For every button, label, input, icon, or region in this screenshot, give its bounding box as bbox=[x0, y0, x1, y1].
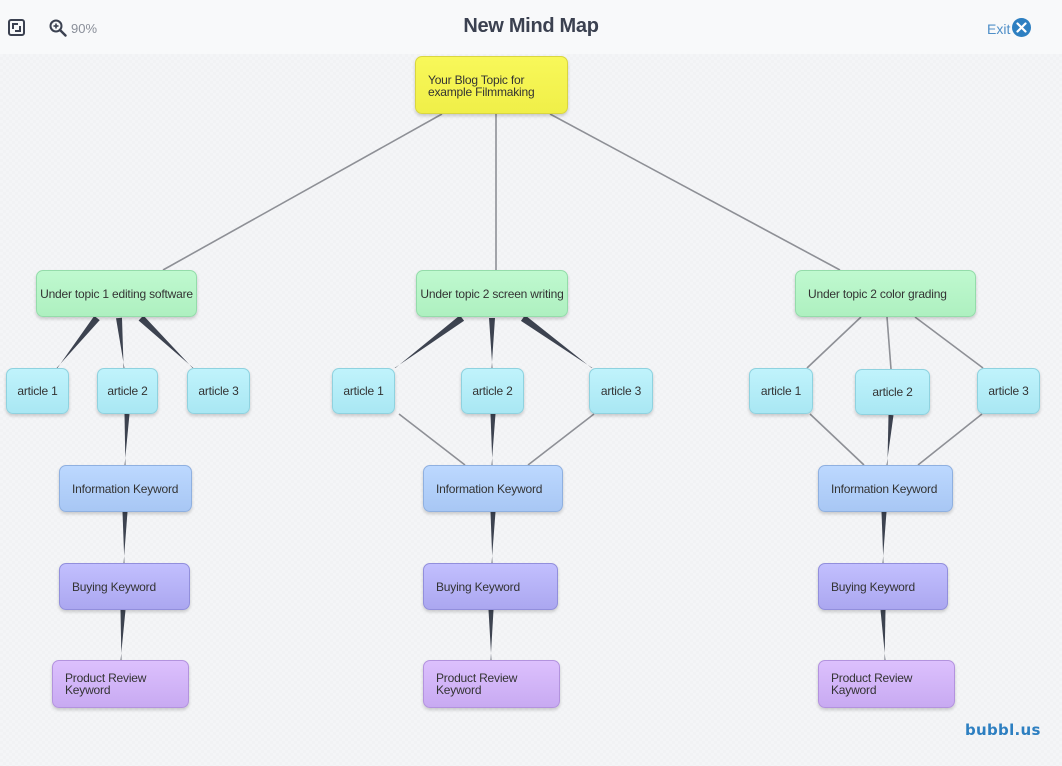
article-node[interactable]: article 2 bbox=[461, 368, 524, 414]
topic-node[interactable]: Under topic 2 color grading bbox=[795, 270, 976, 317]
node-label: article 2 bbox=[107, 384, 148, 398]
edge-buying-review bbox=[488, 610, 494, 660]
edge-info-buying bbox=[490, 511, 496, 563]
edge-root-topic bbox=[549, 113, 841, 271]
node-label: article 1 bbox=[17, 384, 58, 398]
information-keyword-node[interactable]: Information Keyword bbox=[818, 465, 953, 512]
node-label: article 3 bbox=[198, 384, 239, 398]
node-label: Product Review Kayword bbox=[831, 671, 913, 697]
product-review-keyword-node[interactable]: Product Review Kayword bbox=[818, 660, 955, 708]
node-label: Buying Keyword bbox=[72, 579, 156, 594]
article-node[interactable]: article 3 bbox=[187, 368, 250, 414]
edge-article-info bbox=[917, 413, 983, 466]
edge-article-info bbox=[527, 413, 595, 466]
edge-topic-article bbox=[806, 316, 862, 369]
bubblus-logo[interactable]: bubbl.us bbox=[965, 721, 1041, 739]
node-label: Information Keyword bbox=[72, 481, 179, 496]
root-node[interactable]: Your Blog Topic for example Filmmaking bbox=[415, 56, 568, 114]
buying-keyword-node[interactable]: Buying Keyword bbox=[59, 563, 190, 610]
node-label: Buying Keyword bbox=[436, 579, 520, 594]
product-review-keyword-node[interactable]: Product Review Keyword bbox=[52, 660, 189, 708]
edge-topic-article bbox=[520, 315, 593, 368]
article-node[interactable]: article 3 bbox=[977, 368, 1040, 414]
node-label: Information Keyword bbox=[436, 481, 543, 496]
buying-keyword-node[interactable]: Buying Keyword bbox=[818, 563, 948, 610]
node-label: Your Blog Topic for example Filmmaking bbox=[428, 73, 535, 99]
article-node[interactable]: article 1 bbox=[332, 368, 395, 414]
topic-node[interactable]: Under topic 2 screen writing bbox=[416, 270, 568, 317]
article-node[interactable]: article 3 bbox=[589, 368, 653, 414]
edge-article-info bbox=[886, 414, 894, 465]
node-label: article 1 bbox=[760, 384, 802, 398]
node-label: article 3 bbox=[988, 384, 1029, 398]
article-node[interactable]: article 1 bbox=[6, 368, 69, 414]
product-review-keyword-node[interactable]: Product Review Keyword bbox=[423, 660, 560, 708]
node-label: article 3 bbox=[600, 384, 642, 398]
node-label: article 2 bbox=[872, 385, 913, 399]
node-label: Under topic 1 editing software bbox=[40, 286, 193, 301]
information-keyword-node[interactable]: Information Keyword bbox=[423, 465, 563, 512]
node-label: Under topic 2 color grading bbox=[808, 286, 947, 301]
edge-topic-article bbox=[914, 316, 984, 369]
edge-info-buying bbox=[881, 511, 887, 563]
node-label: Product Review Keyword bbox=[65, 671, 147, 697]
edge-topic-article bbox=[138, 315, 194, 368]
edge-topic-article bbox=[886, 316, 892, 370]
edge-buying-review bbox=[120, 609, 126, 660]
edge-article-info bbox=[490, 413, 496, 465]
edge-topic-article bbox=[56, 315, 100, 368]
node-label: Product Review Keyword bbox=[436, 671, 518, 697]
edge-topic-article bbox=[489, 318, 495, 368]
buying-keyword-node[interactable]: Buying Keyword bbox=[423, 563, 558, 610]
article-node[interactable]: article 1 bbox=[749, 368, 813, 414]
edge-info-buying bbox=[122, 511, 128, 563]
node-label: article 1 bbox=[343, 384, 384, 398]
node-label: article 2 bbox=[472, 384, 513, 398]
article-node[interactable]: article 2 bbox=[97, 368, 158, 414]
edge-article-info bbox=[398, 413, 466, 466]
edge-article-info bbox=[124, 413, 130, 465]
edge-root-topic bbox=[162, 113, 443, 271]
node-label: Information Keyword bbox=[831, 481, 938, 496]
node-label: Under topic 2 screen writing bbox=[420, 286, 564, 301]
topic-node[interactable]: Under topic 1 editing software bbox=[36, 270, 197, 317]
edge-article-info bbox=[809, 413, 865, 466]
edge-buying-review bbox=[880, 609, 886, 660]
edge-topic-article bbox=[394, 315, 465, 368]
edge-topic-article bbox=[116, 317, 125, 368]
node-label: Buying Keyword bbox=[831, 579, 915, 594]
information-keyword-node[interactable]: Information Keyword bbox=[59, 465, 192, 512]
article-node[interactable]: article 2 bbox=[855, 369, 930, 415]
